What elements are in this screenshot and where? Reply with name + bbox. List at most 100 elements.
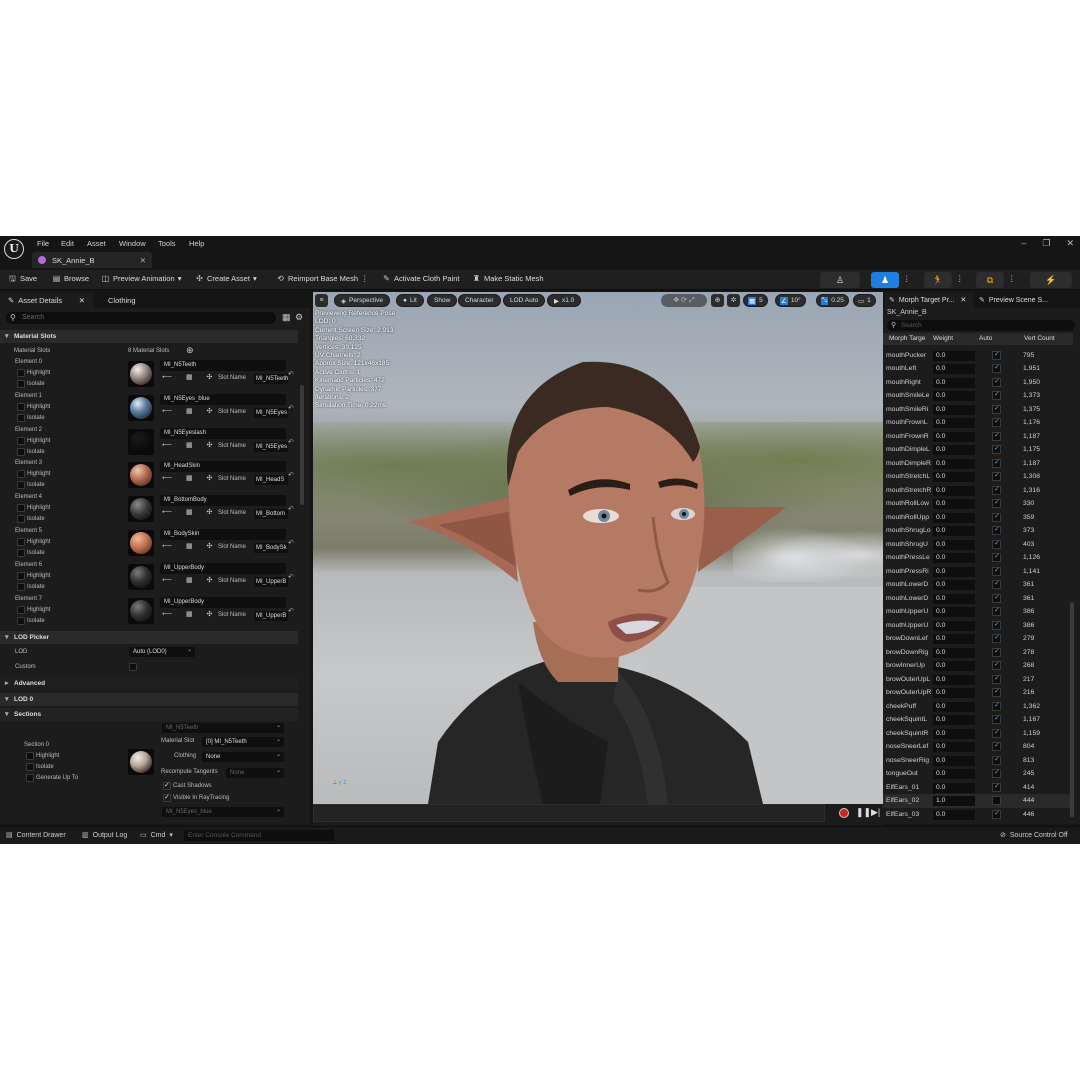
material-name-field[interactable]: MI_N5Teeth	[160, 360, 286, 371]
menu-help[interactable]: Help	[189, 239, 204, 248]
cast-shadows-checkbox[interactable]	[163, 781, 171, 790]
cmd-dropdown[interactable]: ▭ Cmd ▾	[140, 831, 173, 840]
morph-row[interactable]: cheekSquintL 0.0 1,167	[883, 713, 1073, 727]
material-name-field[interactable]: MI_BottomBody	[160, 495, 286, 507]
auto-checkbox[interactable]	[992, 525, 1001, 535]
weight-value[interactable]: 0.0	[933, 661, 949, 671]
weight-value[interactable]: 0.0	[933, 607, 949, 617]
reimport-base-mesh-button[interactable]: ⟲ Reimport Base Mesh ⋮	[276, 274, 369, 283]
auto-checkbox[interactable]	[992, 404, 1001, 414]
material-actions[interactable]: ⟵ ▦ ✣	[162, 407, 218, 415]
morph-row[interactable]: mouthPressRi 0.0 1,141	[883, 565, 1073, 579]
material-thumbnail[interactable]	[128, 563, 154, 590]
morph-row[interactable]: mouthPucker 0.0 795	[883, 349, 1073, 363]
element-highlight-checkbox[interactable]	[17, 571, 25, 580]
material-thumbnail[interactable]	[128, 462, 154, 489]
console-command-input[interactable]: Enter Console Command	[184, 830, 334, 841]
world-space-icon[interactable]: ⊕	[711, 294, 724, 307]
weight-value[interactable]: 0.0	[933, 634, 949, 644]
create-asset-button[interactable]: ✣ Create Asset ▾	[195, 274, 257, 283]
weight-value[interactable]: 0.0	[933, 580, 949, 590]
morph-row[interactable]: mouthLowerD 0.0 361	[883, 592, 1073, 606]
surface-snap-icon[interactable]: ✲	[727, 294, 740, 307]
right-panel-scrollbar[interactable]	[1070, 602, 1074, 817]
element-highlight-checkbox[interactable]	[17, 369, 25, 377]
material-name-field[interactable]: MI_UpperBody	[160, 596, 286, 608]
morph-row[interactable]: browOuterUpR 0.0 216	[883, 686, 1073, 700]
lit-button[interactable]: ● Lit	[396, 294, 424, 307]
transform-tools-group[interactable]: ✥ ⟳ ⤢	[661, 294, 707, 307]
auto-checkbox[interactable]	[992, 552, 1001, 562]
more-options-icon[interactable]: ⋮	[361, 274, 369, 283]
auto-checkbox[interactable]	[992, 714, 1001, 724]
menu-file[interactable]: File	[37, 239, 49, 248]
morph-row[interactable]: browDownLef 0.0 279	[883, 632, 1073, 646]
scale-snap-button[interactable]: ⤡ 0.25	[816, 294, 849, 307]
weight-value[interactable]: 0.0	[933, 728, 949, 739]
material-actions[interactable]: ⟵ ▦ ✣	[162, 441, 218, 449]
reset-arrow-icon[interactable]: ↶	[288, 370, 294, 378]
viewport-menu-icon[interactable]: ≡	[315, 294, 328, 307]
output-log-button[interactable]: ▥ Output Log	[82, 831, 127, 840]
element-isolate-checkbox[interactable]	[17, 549, 25, 557]
auto-checkbox[interactable]	[992, 390, 1001, 400]
weight-value[interactable]: 1.0	[933, 796, 949, 806]
left-panel-scrollbar[interactable]	[300, 385, 304, 505]
morph-row[interactable]: mouthDimpleR 0.0 1,187	[883, 457, 1073, 471]
element-isolate-checkbox[interactable]	[17, 481, 25, 490]
auto-checkbox[interactable]	[992, 512, 1001, 522]
element-highlight-checkbox[interactable]	[17, 504, 25, 513]
weight-value[interactable]: 0.0	[933, 620, 949, 631]
weight-value[interactable]: 0.0	[933, 755, 949, 766]
material-actions[interactable]: ⟵ ▦ ✣	[162, 576, 218, 584]
weight-value[interactable]: 0.0	[933, 458, 949, 469]
morph-row[interactable]: browOuterUpL 0.0 217	[883, 673, 1073, 687]
menu-window[interactable]: Window	[119, 239, 146, 248]
morph-row[interactable]: ElfEars_03 0.0 446	[883, 808, 1073, 822]
weight-value[interactable]: 0.0	[933, 715, 949, 725]
morph-row[interactable]: mouthUpperU 0.0 386	[883, 619, 1073, 633]
auto-checkbox[interactable]	[992, 701, 1001, 711]
pause-icon[interactable]: ❚❚	[856, 807, 871, 818]
section1-material-dropdown[interactable]: MI_N5Eyes_blue	[162, 805, 284, 817]
material-thumbnail[interactable]	[128, 597, 154, 624]
angle-snap-button[interactable]: ∠ 10°	[775, 294, 806, 307]
weight-value[interactable]: 0.0	[933, 526, 949, 536]
reset-arrow-icon[interactable]: ↶	[288, 404, 294, 412]
auto-checkbox[interactable]	[992, 377, 1001, 387]
weight-value[interactable]: 0.0	[933, 566, 949, 577]
auto-checkbox[interactable]	[992, 498, 1001, 508]
reset-arrow-icon[interactable]: ↶	[288, 607, 294, 615]
morph-row[interactable]: noseSneerRig 0.0 813	[883, 754, 1073, 768]
element-highlight-checkbox[interactable]	[17, 605, 25, 614]
animation-mode-button[interactable]: 🏃	[924, 272, 952, 288]
reset-arrow-icon[interactable]: ↶	[288, 539, 294, 547]
details-search-input[interactable]: Search	[6, 312, 276, 324]
auto-checkbox[interactable]	[992, 620, 1001, 630]
character-preview[interactable]	[368, 322, 808, 804]
auto-checkbox[interactable]	[992, 579, 1001, 589]
slot-name-field[interactable]: MI_HeadS	[254, 475, 288, 486]
material-thumbnail[interactable]	[128, 428, 154, 455]
auto-checkbox[interactable]	[992, 647, 1001, 657]
auto-checkbox[interactable]	[992, 363, 1001, 373]
playback-speed-button[interactable]: ▶ x1.0	[547, 294, 582, 307]
morph-row[interactable]: browInnerUp 0.0 268	[883, 659, 1073, 673]
reset-arrow-icon[interactable]: ↶	[288, 505, 294, 513]
save-button[interactable]: 🖫 Save	[8, 274, 37, 283]
weight-value[interactable]: 0.0	[933, 539, 949, 550]
morph-row[interactable]: cheekPuff 0.0 1,362	[883, 700, 1073, 714]
morph-row[interactable]: mouthDimpleL 0.0 1,175	[883, 443, 1073, 457]
morph-row[interactable]: mouthLeft 0.0 1,951	[883, 362, 1073, 376]
minimize-icon[interactable]: –	[1021, 238, 1026, 249]
auto-checkbox[interactable]	[992, 741, 1001, 751]
tab-clothing[interactable]: Clothing	[100, 292, 180, 308]
menu-tools[interactable]: Tools	[158, 239, 176, 248]
reset-arrow-icon[interactable]: ↶	[288, 471, 294, 479]
morph-row[interactable]: mouthShrugLo 0.0 373	[883, 524, 1073, 538]
weight-value[interactable]: 0.0	[933, 350, 949, 361]
morph-row[interactable]: mouthUpperU 0.0 386	[883, 605, 1073, 619]
material-thumbnail[interactable]	[128, 496, 154, 523]
maximize-icon[interactable]: ❐	[1042, 238, 1050, 249]
physics-mode-button[interactable]: ⚡	[1030, 272, 1072, 288]
